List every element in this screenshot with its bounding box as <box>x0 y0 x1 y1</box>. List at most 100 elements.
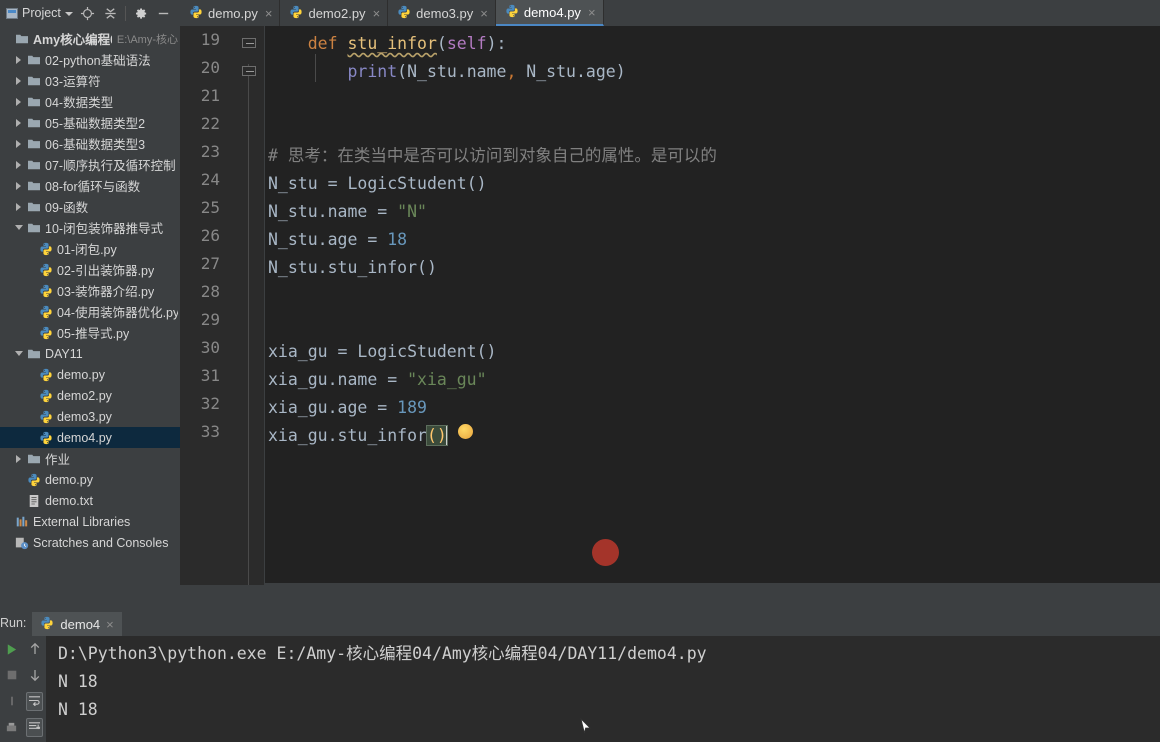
lightbulb-icon[interactable] <box>458 424 473 439</box>
close-icon[interactable]: × <box>106 617 114 632</box>
tree-item-23[interactable]: Scratches and Consoles <box>0 532 180 553</box>
tree-item-1[interactable]: 03-运算符 <box>0 70 180 91</box>
tree-item-13[interactable]: 05-推导式.py <box>0 322 180 343</box>
panel-splitter[interactable] <box>0 585 1160 610</box>
builtin-print: print <box>347 62 398 81</box>
tree-item-9[interactable]: 01-闭包.py <box>0 238 180 259</box>
collapse-all-icon[interactable] <box>99 2 122 24</box>
python-icon <box>37 304 55 320</box>
tree-item-18[interactable]: demo4.py <box>0 427 180 448</box>
run-console-output[interactable]: D:\Python3\python.exe E:/Amy-核心编程04/Amy核… <box>46 636 1160 742</box>
editor-tab-demo-py[interactable]: demo.py × <box>180 0 281 26</box>
hide-panel-icon[interactable] <box>152 2 175 24</box>
tree-item-label: 02-python基础语法 <box>45 54 151 68</box>
chevron-right-icon[interactable] <box>12 55 25 64</box>
tree-item-11[interactable]: 03-装饰器介绍.py <box>0 280 180 301</box>
chevron-down-icon <box>64 12 73 16</box>
scroll-to-end-icon[interactable] <box>23 714 46 740</box>
chevron-right-icon[interactable] <box>12 118 25 127</box>
tree-item-7[interactable]: 09-函数 <box>0 196 180 217</box>
settings-gear-icon[interactable] <box>129 2 152 24</box>
chevron-right-icon[interactable] <box>12 454 25 463</box>
stop-icon[interactable] <box>0 662 23 688</box>
tree-item-0[interactable]: 02-python基础语法 <box>0 49 180 70</box>
close-icon[interactable]: × <box>480 6 488 21</box>
code-line-32[interactable]: xia_gu.age = 189 <box>268 394 427 422</box>
chevron-right-icon[interactable] <box>12 160 25 169</box>
python-file-icon <box>505 4 519 21</box>
tree-item-22[interactable]: External Libraries <box>0 511 180 532</box>
tab-label: demo3.py <box>416 5 474 21</box>
editor-tab-demo2-py[interactable]: demo2.py × <box>280 0 389 26</box>
soft-wrap-icon[interactable] <box>23 688 46 714</box>
close-icon[interactable]: × <box>588 5 596 20</box>
code-line-20[interactable]: print(N_stu.name, N_stu.age) <box>268 58 625 86</box>
tree-item-21[interactable]: demo.txt <box>0 490 180 511</box>
fold-marker-19[interactable] <box>242 38 256 52</box>
code-line-33[interactable]: xia_gu.stu_infor() <box>268 422 448 450</box>
chevron-right-icon[interactable] <box>12 181 25 190</box>
tree-item-8[interactable]: 10-闭包装饰器推导式 <box>0 217 180 238</box>
tree-item-15[interactable]: demo.py <box>0 364 180 385</box>
tree-item-3[interactable]: 05-基础数据类型2 <box>0 112 180 133</box>
code-line-25[interactable]: N_stu.name = "N" <box>268 198 427 226</box>
tree-item-6[interactable]: 08-for循环与函数 <box>0 175 180 196</box>
tree-item-16[interactable]: demo2.py <box>0 385 180 406</box>
project-view-button[interactable]: Project <box>3 2 76 24</box>
code-line-23[interactable]: # 思考：在类当中是否可以访问到对象自己的属性。是可以的 <box>268 142 717 170</box>
project-tree[interactable]: Amy核心编程04 E:\Amy-核心 02-python基础语法 03-运算符 0… <box>0 26 180 604</box>
chevron-right-icon[interactable] <box>12 97 25 106</box>
close-icon[interactable]: × <box>373 6 381 21</box>
tree-item-14[interactable]: DAY11 <box>0 343 180 364</box>
tree-item-17[interactable]: demo3.py <box>0 406 180 427</box>
chevron-right-icon[interactable] <box>12 139 25 148</box>
matched-parens: () <box>425 425 448 446</box>
tree-item-19[interactable]: 作业 <box>0 448 180 469</box>
chevron-right-icon[interactable] <box>12 202 25 211</box>
code-line-30[interactable]: xia_gu = LogicStudent() <box>268 338 497 366</box>
chevron-down-icon[interactable] <box>12 351 25 356</box>
run-side-toolbar[interactable] <box>0 636 46 742</box>
scroll-down-icon[interactable] <box>23 662 46 688</box>
class-ref-30: LogicStudent <box>357 342 477 361</box>
run-tab-demo4[interactable]: demo4 × <box>32 612 122 636</box>
tree-item-20[interactable]: demo.py <box>0 469 180 490</box>
close-icon[interactable]: × <box>265 6 273 21</box>
chevron-right-icon[interactable] <box>12 76 25 85</box>
locate-icon[interactable] <box>76 2 99 24</box>
code-line-24[interactable]: N_stu = LogicStudent() <box>268 170 487 198</box>
tree-item-5[interactable]: 07-顺序执行及循环控制 <box>0 154 180 175</box>
rerun-icon[interactable] <box>0 688 23 714</box>
string-N: "N" <box>397 202 427 221</box>
code-line-26[interactable]: N_stu.age = 18 <box>268 226 407 254</box>
folder-icon <box>25 157 43 173</box>
tree-item-4[interactable]: 06-基础数据类型3 <box>0 133 180 154</box>
code-text[interactable]: def stu_infor(self): print(N_stu.name, N… <box>268 26 1160 585</box>
tree-item-10[interactable]: 02-引出装饰器.py <box>0 259 180 280</box>
code-line-19[interactable]: def stu_infor(self): <box>268 30 507 58</box>
tree-item-12[interactable]: 04-使用装饰器优化.py <box>0 301 180 322</box>
folder-icon <box>25 346 43 362</box>
class-ref-24: LogicStudent <box>347 174 467 193</box>
editor-tab-demo4-py[interactable]: demo4.py × <box>495 0 604 26</box>
run-tabbar[interactable]: Run: demo4 × <box>0 610 1160 636</box>
run-panel-label: Run: <box>0 616 27 630</box>
editor-tabbar[interactable]: demo.py × demo2.py × demo3.py × demo4.py × <box>180 0 1160 26</box>
fold-marker-20[interactable] <box>242 66 256 80</box>
editor-gutter[interactable]: 19 20 21 22 23 24 25 26 27 28 29 30 31 32 33 <box>180 26 265 585</box>
tree-item-2[interactable]: 04-数据类型 <box>0 91 180 112</box>
line-number-19: 19 <box>200 30 220 49</box>
python-icon <box>37 430 55 446</box>
code-line-31[interactable]: xia_gu.name = "xia_gu" <box>268 366 487 394</box>
code-line-27[interactable]: N_stu.stu_infor() <box>268 254 437 282</box>
editor-tab-demo3-py[interactable]: demo3.py × <box>388 0 496 26</box>
run-play-icon[interactable] <box>0 636 23 662</box>
print-icon[interactable] <box>0 714 23 740</box>
tree-root-row[interactable]: Amy核心编程04 E:\Amy-核心 <box>0 28 180 49</box>
line-number-27: 27 <box>200 254 220 273</box>
code-editor[interactable]: 19 20 21 22 23 24 25 26 27 28 29 30 31 32 33 def stu_i… <box>180 26 1160 585</box>
python-file-icon <box>40 616 54 633</box>
scroll-up-icon[interactable] <box>23 636 46 662</box>
chevron-down-icon[interactable] <box>12 225 25 230</box>
folder-icon <box>25 451 43 467</box>
